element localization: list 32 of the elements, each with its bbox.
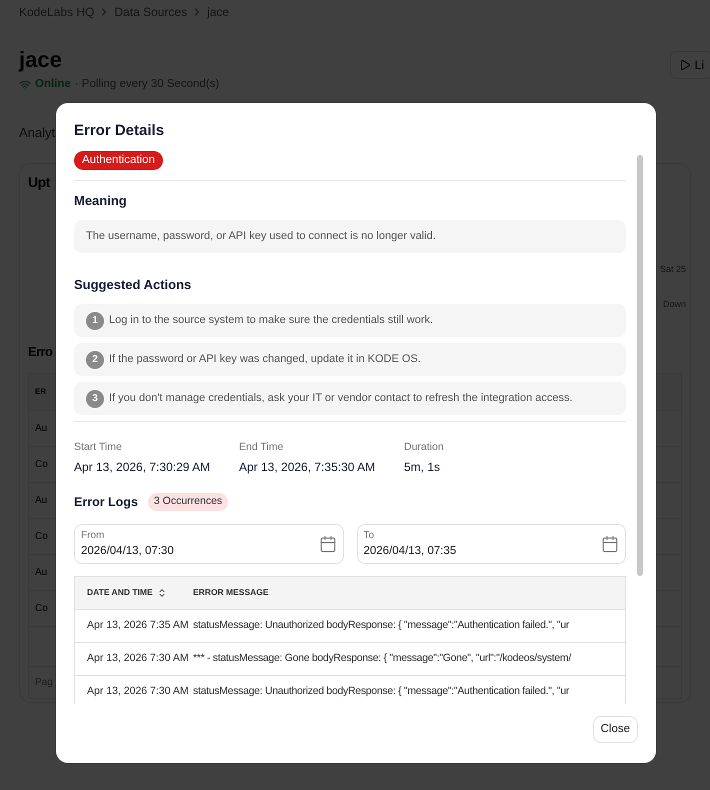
table-cell-text: *** - statusMessage: Gone bodyResponse: { "message":"Gone", "url":"/kodeos/system/ bbox=[193, 650, 571, 666]
page-title: jace bbox=[19, 46, 63, 74]
step-number: 3 bbox=[86, 390, 104, 408]
action-text: If you don't manage credentials, ask your IT or vendor contact to refresh the integration access. bbox=[109, 391, 573, 406]
to-date-field[interactable]: To 2026/04/13, 07:35 bbox=[356, 524, 626, 564]
meaning-text: The username, password, or API key used to connect is no longer valid. bbox=[74, 220, 626, 252]
field-label: From bbox=[81, 528, 106, 542]
time-value: Apr 13, 2026, 7:35:30 AM bbox=[239, 458, 376, 476]
section-heading: Suggested Actions bbox=[74, 276, 192, 294]
calendar-icon[interactable] bbox=[318, 534, 336, 553]
time-value: Apr 13, 2026, 7:30:29 AM bbox=[74, 458, 212, 476]
section-heading: Erro bbox=[28, 342, 52, 361]
sort-icon[interactable] bbox=[156, 588, 167, 598]
dialog-title: Error Details bbox=[73, 121, 166, 141]
table-cell-text: Apr 13, 2026 7:30 AM bbox=[86, 650, 190, 666]
action-text: Log in to the source system to make sure the credentials still work. bbox=[109, 313, 434, 328]
section-heading: Upt bbox=[28, 172, 50, 192]
section-heading: Error Logs bbox=[74, 494, 138, 511]
occurrences-badge: 3 Occurrences bbox=[148, 493, 228, 511]
from-date-field[interactable]: From 2026/04/13, 07:30 bbox=[74, 524, 344, 564]
close-button[interactable]: Close bbox=[592, 716, 638, 743]
step-number: 1 bbox=[86, 312, 104, 330]
action-text: If the password or API key was changed, update it in KODE OS. bbox=[109, 352, 421, 368]
step-number: 2 bbox=[86, 350, 104, 368]
time-value: 5m, 1s bbox=[404, 458, 442, 476]
calendar-icon[interactable] bbox=[601, 534, 619, 553]
field-label: To bbox=[364, 528, 376, 542]
section-heading: Meaning bbox=[74, 192, 128, 210]
status-label: Online bbox=[35, 77, 71, 92]
table-cell-text: statusMessage: Unauthorized bodyResponse: { "message":"Authentication failed.", "ur bbox=[193, 684, 570, 699]
table-cell-text: Apr 13, 2026 7:30 AM bbox=[86, 684, 190, 699]
category-badge: Authentication bbox=[74, 150, 163, 170]
